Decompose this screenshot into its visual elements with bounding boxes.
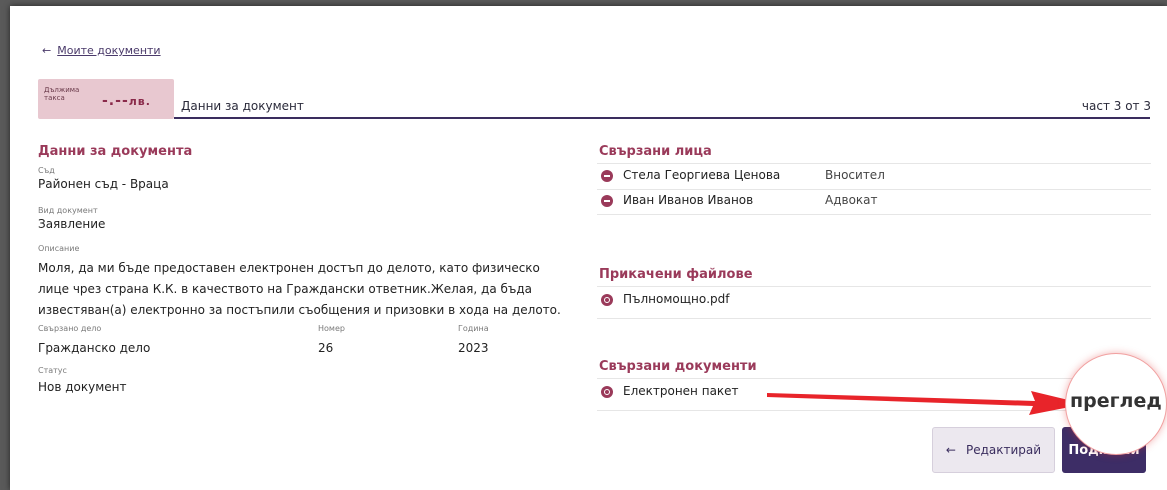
preview-link[interactable]: преглед — [1070, 390, 1162, 412]
red-arrow-annotation — [767, 391, 1085, 415]
minus-circle-icon[interactable] — [601, 170, 613, 182]
attached-files-heading: Прикачени файлове — [599, 267, 753, 282]
status-value: Нов документ — [38, 380, 127, 394]
arrow-left-icon: ← — [42, 44, 52, 57]
court-value: Районен съд - Враца — [38, 177, 169, 191]
edit-button[interactable]: ← Редактирай — [932, 427, 1055, 473]
year-label: Година — [458, 324, 489, 333]
fee-label: Дължима такса — [44, 86, 80, 102]
person-row: Иван Иванов Иванов Адвокат — [597, 190, 1151, 215]
person-role: Адвокат — [825, 193, 878, 207]
person-role: Вносител — [825, 168, 885, 182]
fee-currency: лв. — [128, 95, 151, 108]
description-label: Описание — [38, 244, 80, 253]
divider — [597, 163, 1151, 164]
arrow-left-icon: ← — [945, 443, 956, 457]
document-name[interactable]: Електронен пакет — [623, 384, 739, 398]
file-name[interactable]: Пълномощно.pdf — [623, 292, 730, 306]
fee-box: Дължима такса -.--лв. — [38, 79, 174, 119]
divider — [597, 286, 1151, 287]
file-row[interactable]: Пълномощно.pdf — [597, 289, 1151, 319]
doctype-value: Заявление — [38, 217, 106, 231]
number-value: 26 — [318, 341, 334, 355]
person-row: Стела Георгиева Ценова Вносител — [597, 165, 1151, 190]
edit-button-label: Редактирай — [965, 443, 1042, 457]
doctype-label: Вид документ — [38, 206, 98, 215]
case-label: Свързано дело — [38, 324, 102, 333]
back-link[interactable]: ← Моите документи — [42, 44, 161, 57]
document-data-heading: Данни за документа — [38, 144, 193, 159]
related-documents-heading: Свързани документи — [599, 359, 757, 374]
page-title: Данни за документ — [181, 99, 304, 113]
year-value: 2023 — [458, 341, 489, 355]
step-indicator: част 3 от 3 — [1081, 99, 1151, 113]
description-value: Моля, да ми бъде предоставен електронен … — [38, 261, 561, 317]
fee-value: -.--лв. — [102, 93, 151, 109]
status-label: Статус — [38, 366, 67, 375]
paperclip-icon — [601, 294, 613, 306]
app-window: ← Моите документи Дължима такса -.--лв. Д… — [10, 6, 1167, 490]
fee-amount: -.-- — [102, 93, 129, 109]
person-name: Иван Иванов Иванов — [623, 193, 754, 207]
person-name: Стела Георгиева Ценова — [623, 168, 781, 182]
related-persons-heading: Свързани лица — [599, 144, 712, 159]
header-divider — [174, 117, 1150, 119]
court-label: Съд — [38, 166, 55, 175]
back-link-text[interactable]: Моите документи — [57, 44, 160, 57]
case-value: Гражданско дело — [38, 341, 151, 355]
minus-circle-icon[interactable] — [601, 195, 613, 207]
preview-magnifier[interactable]: преглед — [1065, 353, 1167, 455]
paperclip-icon — [601, 386, 613, 398]
number-label: Номер — [318, 324, 345, 333]
